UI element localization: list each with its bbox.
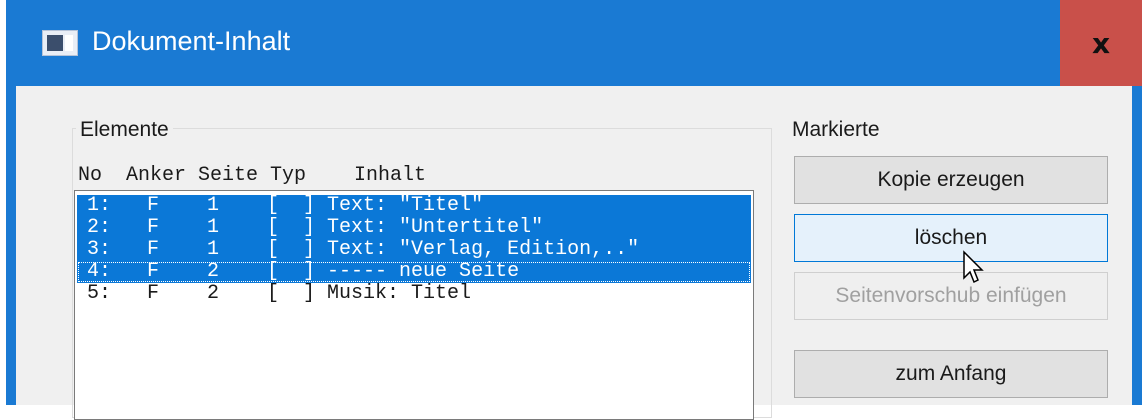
list-item[interactable]: 3: F 1 [ ] Text: "Verlag, Edition,.." <box>77 239 751 261</box>
elements-group-label: Elemente <box>76 118 173 142</box>
list-rows: 1: F 1 [ ] Text: "Titel" 2: F 1 [ ] Text… <box>77 195 751 305</box>
dialog-client-area: Elemente No Anker Seite Typ Inhalt 1: F … <box>16 86 1132 420</box>
mouse-cursor-icon <box>963 250 984 284</box>
list-header: No Anker Seite Typ Inhalt <box>78 164 427 187</box>
dialog-window: Dokument-Inhalt x Elemente No Anker Seit… <box>6 0 1142 420</box>
close-button[interactable]: x <box>1060 0 1142 86</box>
title-bar[interactable]: Dokument-Inhalt x <box>6 0 1142 86</box>
list-item[interactable]: 4: F 2 [ ] ----- neue Seite <box>77 261 751 283</box>
list-item[interactable]: 1: F 1 [ ] Text: "Titel" <box>77 195 751 217</box>
app-icon <box>42 30 78 56</box>
list-item[interactable]: 2: F 1 [ ] Text: "Untertitel" <box>77 217 751 239</box>
insert-pagebreak-button[interactable]: Seitenvorschub einfügen <box>794 272 1108 320</box>
list-item[interactable]: 5: F 2 [ ] Musik: Titel <box>77 283 751 305</box>
markierte-label: Markierte <box>792 118 880 141</box>
delete-button[interactable]: löschen <box>794 214 1108 262</box>
window-title: Dokument-Inhalt <box>92 26 291 56</box>
to-start-button[interactable]: zum Anfang <box>794 350 1108 398</box>
copy-button[interactable]: Kopie erzeugen <box>794 156 1108 204</box>
elements-listbox[interactable]: 1: F 1 [ ] Text: "Titel" 2: F 1 [ ] Text… <box>74 190 754 420</box>
